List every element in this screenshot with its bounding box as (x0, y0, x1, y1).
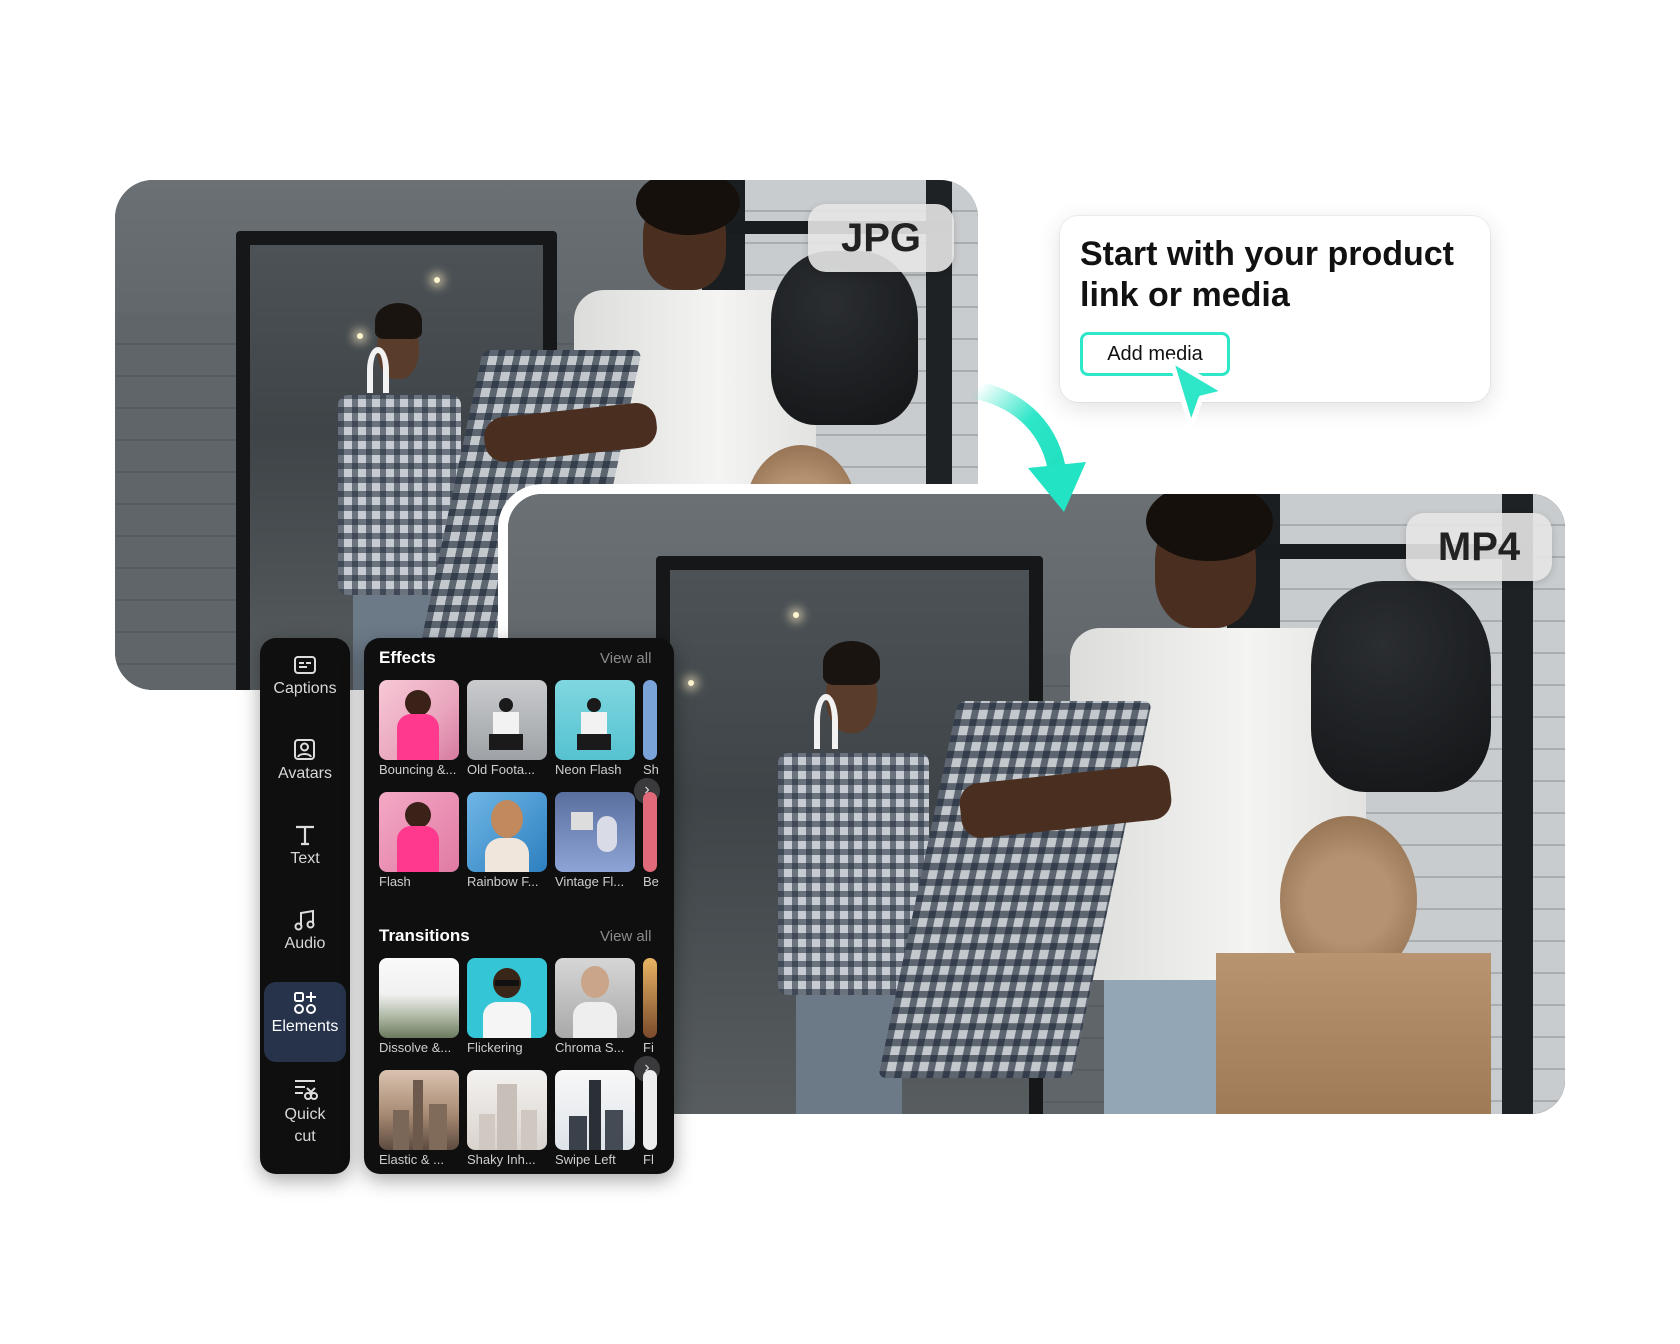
effect-label: Rainbow F... (467, 874, 539, 889)
sidebar-item-quick-cut[interactable]: Quick cut (264, 1068, 346, 1164)
effect-thumbnail[interactable] (643, 792, 657, 872)
sidebar-item-elements[interactable]: Elements (264, 982, 346, 1062)
transition-label: Dissolve &... (379, 1040, 452, 1055)
effect-thumbnail[interactable] (555, 680, 635, 760)
mouse-cursor-icon (1168, 357, 1228, 429)
sidebar-item-label: Elements (271, 1018, 339, 1035)
transition-label: Chroma S... (555, 1040, 625, 1055)
effect-thumbnail[interactable] (379, 680, 459, 760)
effect-label: Sh (643, 762, 659, 777)
effects-title: Effects (379, 648, 436, 667)
transition-thumbnail[interactable] (643, 958, 657, 1038)
sidebar-item-avatars[interactable]: Avatars (264, 729, 346, 809)
effect-label: Vintage Fl... (555, 874, 625, 889)
sidebar-item-label: Audio (284, 935, 326, 952)
avatar-icon (294, 739, 315, 760)
effect-label: Neon Flash (555, 762, 622, 777)
tool-sidebar: Captions Avatars Text Audio Elements Qui… (260, 638, 350, 1174)
transition-label: Shaky Inh... (467, 1152, 536, 1167)
effect-thumbnail[interactable] (467, 680, 547, 760)
transition-thumbnail[interactable] (643, 1070, 657, 1150)
transition-label: Elastic & ... (379, 1152, 445, 1167)
mp4-format-badge: MP4 (1406, 513, 1552, 581)
captions-icon (294, 656, 316, 674)
sidebar-item-label: Quick cut (284, 1106, 326, 1145)
transition-thumbnail[interactable] (555, 1070, 635, 1150)
text-icon (296, 825, 314, 846)
elements-panel: Effects View all Bouncing &... Old Foota… (364, 638, 674, 1174)
effect-label: Flash (379, 874, 411, 889)
effect-thumbnail[interactable] (555, 792, 635, 872)
transition-thumbnail[interactable] (555, 958, 635, 1038)
transition-thumbnail[interactable] (467, 958, 547, 1038)
transition-thumbnail[interactable] (467, 1070, 547, 1150)
jpg-format-badge: JPG (808, 204, 954, 272)
transition-label: Fi (643, 1040, 654, 1055)
music-note-icon (294, 909, 315, 931)
elements-icon (294, 992, 316, 1014)
effect-thumbnail[interactable] (643, 680, 657, 760)
transition-label: Flickering (467, 1040, 523, 1055)
start-card-title: Start with your product link or media (1080, 235, 1454, 314)
effect-thumbnail[interactable] (467, 792, 547, 872)
transition-thumbnail[interactable] (379, 958, 459, 1038)
transition-thumbnail[interactable] (379, 1070, 459, 1150)
sidebar-item-label: Avatars (278, 765, 332, 782)
transition-label: Swipe Left (555, 1152, 616, 1167)
quick-cut-icon (295, 1080, 318, 1100)
sidebar-item-text[interactable]: Text (264, 814, 346, 894)
sidebar-item-captions[interactable]: Captions (264, 644, 346, 724)
effect-label: Old Foota... (467, 762, 535, 777)
transition-label: Fl (643, 1152, 654, 1167)
effect-thumbnail[interactable] (379, 792, 459, 872)
effect-label: Be (643, 874, 659, 889)
transitions-title: Transitions (379, 926, 470, 945)
start-card: Start with your product link or media Ad… (1060, 216, 1490, 402)
effects-view-all-link[interactable]: View all (600, 650, 651, 667)
sidebar-item-label: Text (290, 850, 320, 867)
effect-label: Bouncing &... (379, 762, 457, 777)
sidebar-item-audio[interactable]: Audio (264, 899, 346, 979)
transitions-view-all-link[interactable]: View all (600, 928, 651, 945)
sidebar-item-label: Captions (273, 680, 337, 697)
